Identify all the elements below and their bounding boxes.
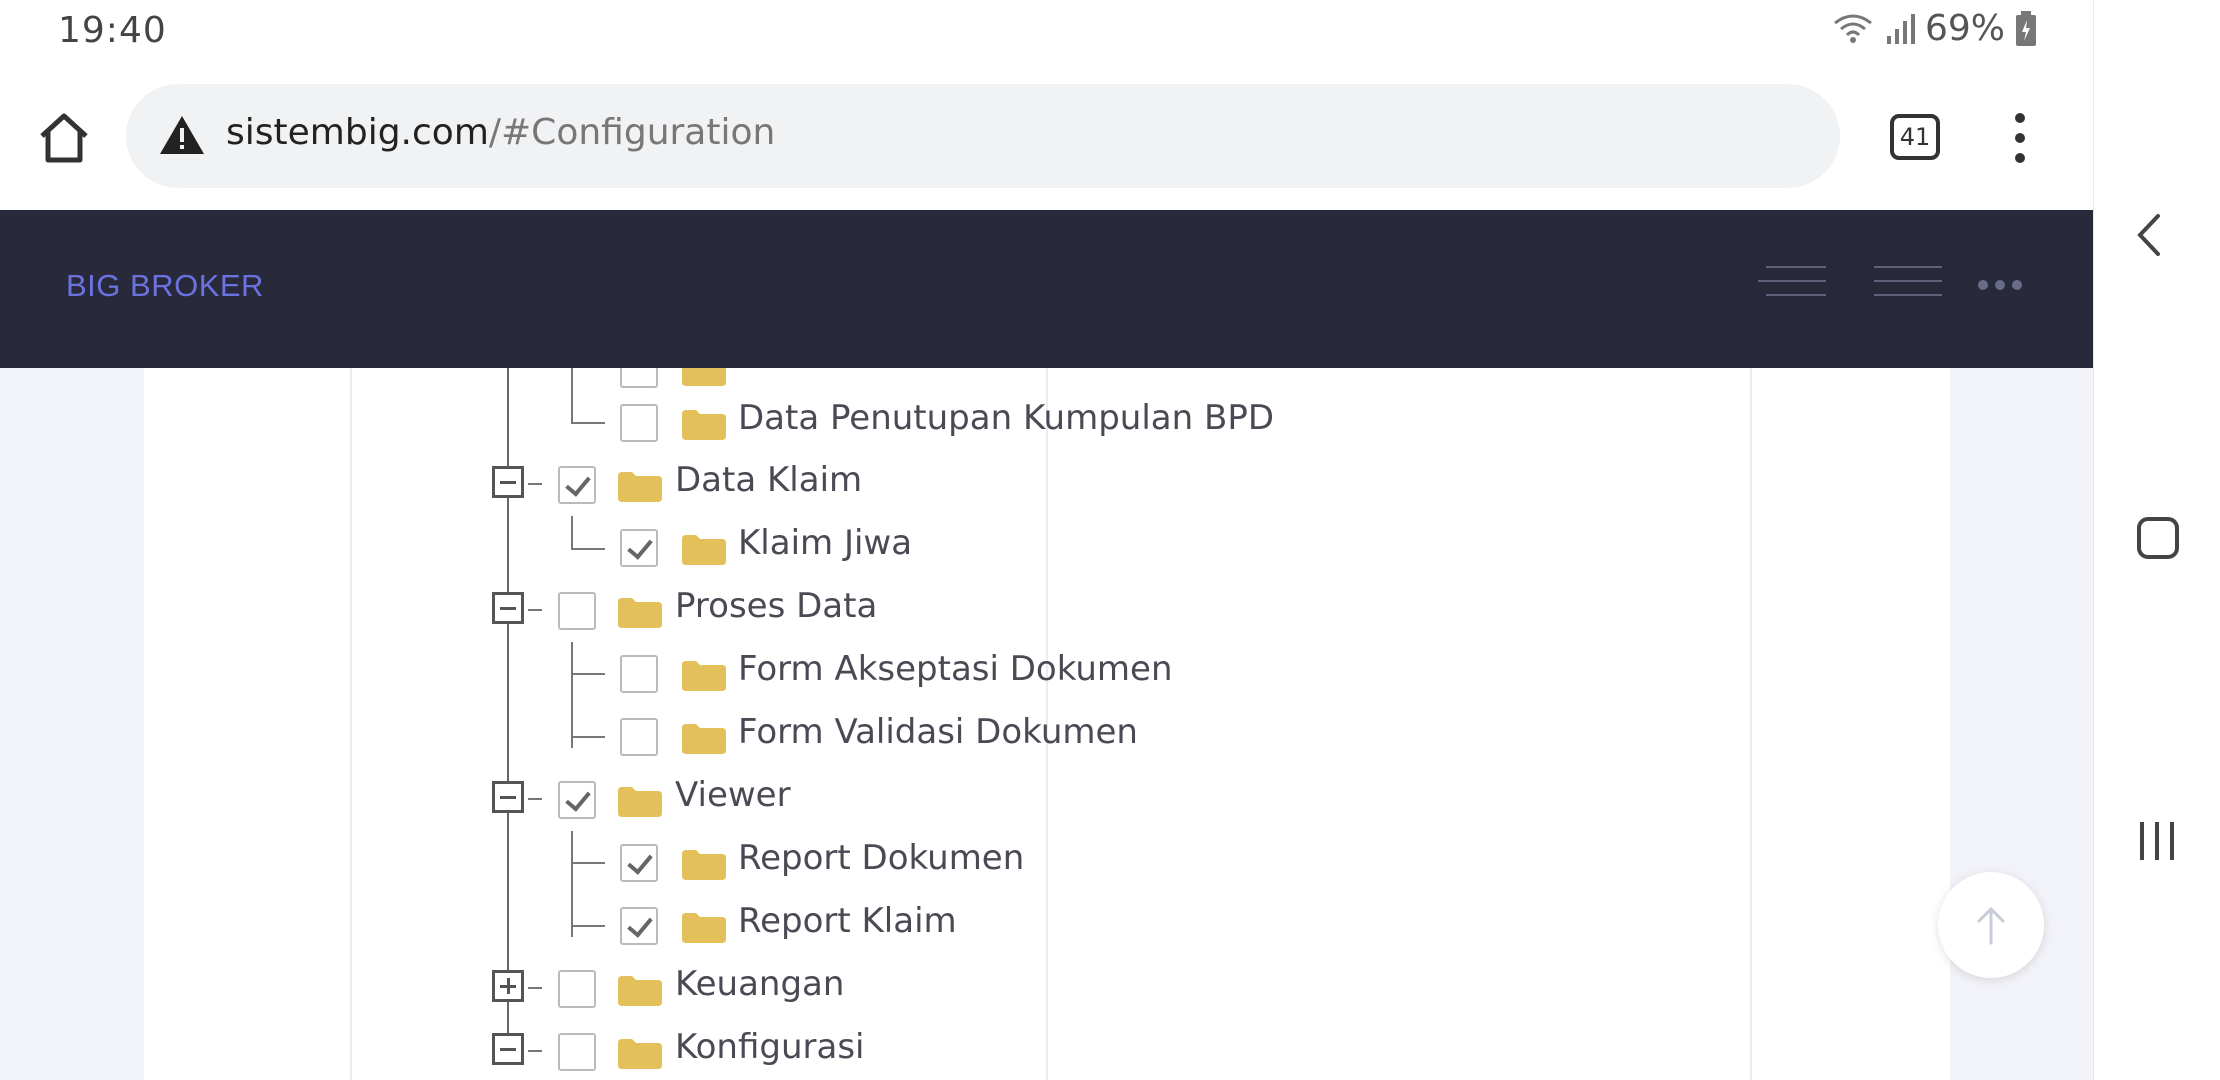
checkbox[interactable] — [620, 404, 658, 442]
tree-connector — [528, 987, 542, 989]
arrow-up-icon — [1977, 906, 2005, 945]
tabs-icon[interactable]: 41 — [1890, 114, 1940, 160]
tree-node-label[interactable]: Report Dokumen — [738, 838, 1024, 878]
collapse-toggle-icon[interactable] — [492, 1033, 524, 1065]
permission-tree: Data Penutupan Kumpulan BPD Data Klaim K… — [0, 368, 2093, 1080]
content-area: Data Penutupan Kumpulan BPD Data Klaim K… — [0, 368, 2093, 1080]
collapse-toggle-icon[interactable] — [492, 466, 524, 498]
tree-node-label[interactable]: Keuangan — [675, 964, 844, 1004]
wifi-icon — [1834, 14, 1872, 43]
checkbox[interactable] — [620, 844, 658, 882]
url-host: sistembig.com — [226, 112, 489, 153]
checkbox[interactable] — [620, 718, 658, 756]
checkbox[interactable] — [558, 466, 596, 504]
tree-connector — [571, 516, 605, 550]
folder-icon — [618, 472, 662, 502]
tree-node-label[interactable]: Form Validasi Dokumen — [738, 712, 1138, 752]
folder-icon — [618, 976, 662, 1006]
status-icons: 69% — [1831, 8, 2037, 49]
folder-icon — [682, 368, 726, 386]
url-path: /#Configuration — [488, 112, 776, 153]
tree-connector — [528, 609, 542, 611]
tree-node-label[interactable]: Klaim Jiwa — [738, 523, 912, 563]
tree-connector — [571, 831, 573, 937]
folder-icon — [618, 598, 662, 628]
signal-icon — [1886, 13, 1915, 44]
tree-node-label[interactable]: Data Penutupan Kumpulan BPD — [738, 398, 1274, 438]
scroll-top-button[interactable] — [1938, 872, 2044, 978]
folder-icon — [618, 787, 662, 817]
tree-connector — [528, 483, 542, 485]
tree-connector — [571, 736, 605, 738]
warning-icon[interactable] — [158, 114, 206, 156]
folder-icon — [682, 724, 726, 754]
brand-logo[interactable]: BIG BROKER — [66, 268, 264, 304]
folder-icon — [682, 410, 726, 440]
browser-toolbar: sistembig.com/#Configuration 41 — [0, 70, 2093, 210]
battery-icon — [2016, 10, 2036, 46]
checkbox[interactable] — [558, 1033, 596, 1071]
status-time: 19:40 — [58, 10, 167, 51]
system-nav-bar — [2093, 0, 2220, 1080]
tree-connector — [571, 862, 605, 864]
tree-node-label[interactable]: Viewer — [675, 775, 791, 815]
collapse-toggle-icon[interactable] — [492, 781, 524, 813]
aside-toggle-icon[interactable] — [1758, 266, 1826, 306]
tab-count: 41 — [1899, 123, 1931, 151]
tree-connector — [571, 925, 605, 927]
more-horiz-icon[interactable] — [1978, 280, 2022, 290]
address-bar[interactable]: sistembig.com/#Configuration — [126, 84, 1840, 188]
tree-connector — [528, 1050, 542, 1052]
hamburger-icon[interactable] — [1874, 266, 1942, 306]
tree-node-label[interactable]: Form Akseptasi Dokumen — [738, 649, 1173, 689]
recents-icon[interactable] — [2136, 820, 2178, 862]
app-header: BIG BROKER — [0, 210, 2093, 368]
tree-connector — [528, 798, 542, 800]
tree-node-label[interactable]: Konfigurasi — [675, 1027, 864, 1067]
status-bar: 19:40 69% — [0, 0, 2093, 70]
folder-icon — [682, 850, 726, 880]
checkbox[interactable] — [620, 655, 658, 693]
more-vert-icon[interactable] — [2006, 110, 2034, 166]
back-icon[interactable] — [2136, 212, 2162, 258]
expand-toggle-icon[interactable] — [492, 970, 524, 1002]
tree-node-label[interactable]: Proses Data — [675, 586, 877, 626]
tree-connector — [571, 642, 573, 748]
checkbox[interactable] — [558, 970, 596, 1008]
folder-icon — [682, 913, 726, 943]
checkbox[interactable] — [558, 781, 596, 819]
folder-icon — [682, 535, 726, 565]
tree-connector — [571, 673, 605, 675]
tree-node-label[interactable]: Report Klaim — [738, 901, 957, 941]
folder-icon — [682, 661, 726, 691]
folder-icon — [618, 1039, 662, 1069]
battery-percent: 69% — [1924, 8, 2005, 49]
checkbox[interactable] — [558, 592, 596, 630]
collapse-toggle-icon[interactable] — [492, 592, 524, 624]
url-text[interactable]: sistembig.com/#Configuration — [226, 112, 775, 153]
home-nav-icon[interactable] — [2136, 516, 2180, 560]
checkbox[interactable] — [620, 907, 658, 945]
checkbox[interactable] — [620, 529, 658, 567]
home-icon[interactable] — [34, 108, 94, 168]
tree-connector — [571, 368, 605, 424]
checkbox[interactable] — [620, 368, 658, 388]
tree-node-label[interactable]: Data Klaim — [675, 460, 862, 500]
